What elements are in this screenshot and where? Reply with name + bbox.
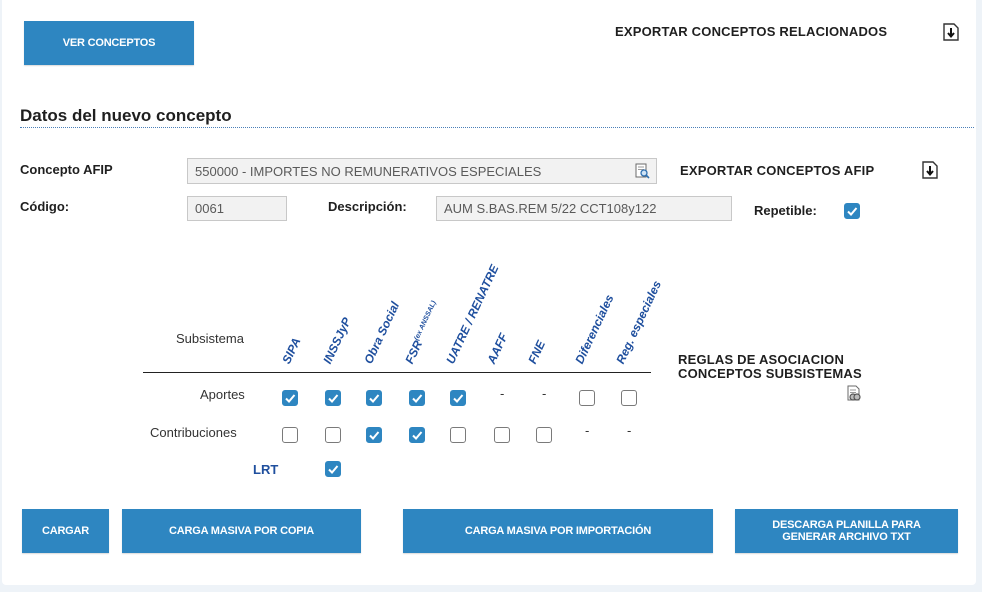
section-divider xyxy=(20,127,974,128)
column-header-reg-especiales: Reg. especiales xyxy=(613,278,665,366)
checkbox-aportes-reg-especiales[interactable] xyxy=(621,390,637,406)
cell-aportes-aaff: - xyxy=(500,386,505,401)
lrt-checkbox[interactable] xyxy=(325,461,341,477)
concepto-afip-value: 550000 - IMPORTES NO REMUNERATIVOS ESPEC… xyxy=(195,163,542,179)
carga-masiva-importacion-button[interactable]: CARGA MASIVA POR IMPORTACIÓN xyxy=(403,509,713,553)
column-header-obra-social: Obra Social xyxy=(361,299,403,366)
checkmark-icon xyxy=(847,207,858,216)
column-header-inssjyp: INSSJyP xyxy=(320,315,354,366)
row-label-aportes: Aportes xyxy=(200,387,245,402)
checkmark-icon xyxy=(328,465,339,474)
column-header-diferenciales: Diferenciales xyxy=(572,292,617,366)
concepto-afip-field[interactable]: 550000 - IMPORTES NO REMUNERATIVOS ESPEC… xyxy=(187,158,657,184)
download-icon[interactable] xyxy=(921,160,939,180)
checkmark-icon xyxy=(412,394,423,403)
concepto-afip-label: Concepto AFIP xyxy=(20,162,113,177)
checkmark-icon xyxy=(369,394,380,403)
download-icon[interactable] xyxy=(942,22,960,42)
fsr-superscript: (ex ANSSAL) xyxy=(413,299,438,342)
checkmark-icon xyxy=(412,431,423,440)
export-afip-link[interactable]: EXPORTAR CONCEPTOS AFIP xyxy=(680,163,874,178)
checkbox-aportes-sipa[interactable] xyxy=(282,390,298,406)
checkbox-aportes-inssjyp[interactable] xyxy=(325,390,341,406)
row-label-contribuciones: Contribuciones xyxy=(150,425,237,440)
checkbox-contribuciones-obra-social[interactable] xyxy=(366,427,382,443)
codigo-value: 0061 xyxy=(195,201,224,216)
checkmark-icon xyxy=(369,431,380,440)
checkbox-contribuciones-fsr[interactable] xyxy=(409,427,425,443)
cell-contribuciones-reg-especiales: - xyxy=(627,423,632,438)
descarga-planilla-button[interactable]: DESCARGA PLANILLA PARA GENERAR ARCHIVO T… xyxy=(735,509,958,553)
cell-contribuciones-diferenciales: - xyxy=(585,423,590,438)
view-document-icon[interactable] xyxy=(845,385,863,403)
repetible-label: Repetible: xyxy=(754,203,817,218)
carga-masiva-copia-button[interactable]: CARGA MASIVA POR COPIA xyxy=(122,509,361,553)
column-header-fne: FNE xyxy=(525,338,549,366)
checkbox-aportes-uatre[interactable] xyxy=(450,390,466,406)
lrt-label: LRT xyxy=(253,462,279,477)
grid-header-line xyxy=(143,372,651,373)
column-header-sipa: SIPA xyxy=(279,335,304,366)
codigo-label: Código: xyxy=(20,199,70,214)
descripcion-field[interactable]: AUM S.BAS.REM 5/22 CCT108y122 xyxy=(436,196,732,221)
cell-aportes-fne: - xyxy=(542,386,547,401)
checkbox-contribuciones-uatre[interactable] xyxy=(450,427,466,443)
section-title: Datos del nuevo concepto xyxy=(20,106,232,125)
checkmark-icon xyxy=(285,394,296,403)
checkbox-contribuciones-sipa[interactable] xyxy=(282,427,298,443)
export-related-link[interactable]: EXPORTAR CONCEPTOS RELACIONADOS xyxy=(615,24,887,39)
checkbox-contribuciones-fne[interactable] xyxy=(536,427,552,443)
reglas-asociacion-text: REGLAS DE ASOCIACION CONCEPTOS SUBSISTEM… xyxy=(678,352,862,381)
search-document-icon[interactable] xyxy=(634,163,650,179)
repetible-checkbox[interactable] xyxy=(844,203,860,219)
subsistema-label: Subsistema xyxy=(176,331,244,346)
descripcion-label: Descripción: xyxy=(328,199,407,214)
checkmark-icon xyxy=(453,394,464,403)
codigo-field[interactable]: 0061 xyxy=(187,196,287,221)
column-header-fsr: FSR(ex ANSSAL) xyxy=(402,299,438,366)
checkmark-icon xyxy=(328,394,339,403)
column-header-aaff: AAFF xyxy=(484,331,511,366)
checkbox-aportes-obra-social[interactable] xyxy=(366,390,382,406)
cargar-button[interactable]: CARGAR xyxy=(22,509,109,553)
checkbox-contribuciones-inssjyp[interactable] xyxy=(325,427,341,443)
checkbox-aportes-diferenciales[interactable] xyxy=(579,390,595,406)
checkbox-contribuciones-aaff[interactable] xyxy=(494,427,510,443)
main-panel: VER CONCEPTOS EXPORTAR CONCEPTOS RELACIO… xyxy=(2,0,976,585)
checkbox-aportes-fsr[interactable] xyxy=(409,390,425,406)
descripcion-value: AUM S.BAS.REM 5/22 CCT108y122 xyxy=(444,201,657,216)
ver-conceptos-button[interactable]: VER CONCEPTOS xyxy=(24,21,194,65)
